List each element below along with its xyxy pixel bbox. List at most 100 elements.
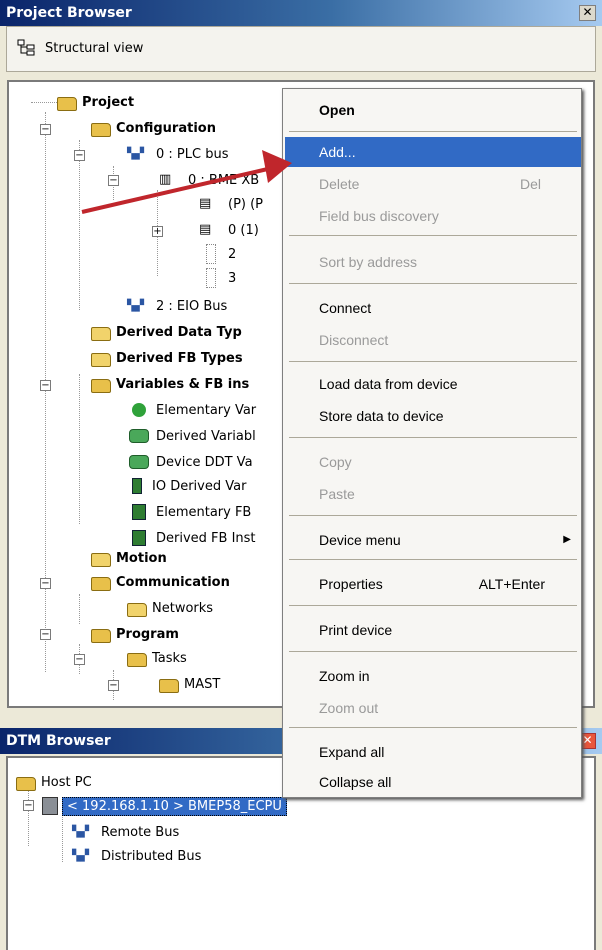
collapse-tasks-toggle[interactable]: − [74,654,85,665]
collapse-device-toggle[interactable]: − [23,800,34,811]
tree-item-label: Derived Variabl [156,428,256,444]
tree-item-label: Communication [116,574,230,590]
tree-item-label: 2 [228,246,237,262]
tree-item-device[interactable]: < 192.168.1.10 > BMEP58_ECPU [38,794,287,818]
tree-item-networks[interactable]: Networks [127,596,213,620]
structural-view-label: Structural view [45,40,144,56]
project-browser-title: Project Browser [6,5,132,21]
menu-item-sort-by-address[interactable]: Sort by address [285,247,581,277]
tree-item-derived-data-types[interactable]: Derived Data Typ [91,320,242,344]
folder-open-icon [91,379,111,393]
tree-item-distributed-bus[interactable]: ▚▞ Distributed Bus [72,844,201,868]
tree-item-eio-bus[interactable]: ▚▞ 2 : EIO Bus [127,294,227,318]
menu-item-paste[interactable]: Paste [285,479,581,509]
menu-item-field-bus-discovery[interactable]: Field bus discovery [285,201,581,231]
collapse-plc-bus-toggle[interactable]: − [74,150,85,161]
empty-slot-icon [206,268,216,288]
expand-module-toggle[interactable]: + [152,226,163,237]
menu-item-print-device[interactable]: Print device [285,615,581,645]
tree-item-label: Configuration [116,120,216,136]
close-icon[interactable]: ✕ [579,5,596,21]
menu-item-open[interactable]: Open [285,95,581,125]
menu-item-shortcut: Del [519,176,541,192]
structural-view-button[interactable]: Structural view [17,39,143,57]
collapse-mast-toggle[interactable]: − [108,680,119,691]
collapse-rack-toggle[interactable]: − [108,175,119,186]
tree-item-configuration[interactable]: Configuration [91,116,216,140]
menu-item-collapse-all[interactable]: Collapse all [285,767,581,797]
folder-icon [91,353,111,367]
tree-item-tasks[interactable]: Tasks [127,646,187,670]
menu-item-copy[interactable]: Copy [285,447,581,477]
tree-item-label: Derived FB Types [116,350,243,366]
dtm-browser-title: DTM Browser [6,733,111,749]
tree-item-derived-fb-types[interactable]: Derived FB Types [91,346,243,370]
tree-item-remote-bus[interactable]: ▚▞ Remote Bus [72,820,179,844]
tree-item-device-ddt[interactable]: Device DDT Va [127,450,253,474]
tree-item-elementary-fb[interactable]: Elementary FB [127,500,251,524]
folder-open-icon [91,577,111,591]
collapse-configuration-toggle[interactable]: − [40,124,51,135]
menu-item-zoom-in[interactable]: Zoom in [285,661,581,691]
tree-item-plc-bus[interactable]: ▚▞ 0 : PLC bus [127,142,228,166]
menu-item-label: Device menu [319,532,401,548]
folder-icon [91,553,111,567]
menu-item-device-menu[interactable]: Device menu ▶ [285,525,581,555]
tree-item-module-0[interactable]: ▤ 0 (1) [199,218,259,242]
bus-icon: ▚▞ [72,849,89,862]
folder-open-icon [91,123,111,137]
menu-item-store-data[interactable]: Store data to device [285,401,581,431]
tree-item-label: 2 : EIO Bus [156,298,228,314]
menu-item-load-data[interactable]: Load data from device [285,369,581,399]
folder-open-icon [57,97,77,111]
tree-item-variables[interactable]: Variables & FB ins [91,372,249,396]
tree-item-label: 0 (1) [228,222,259,238]
module-icon: ▤ [199,222,212,237]
tree-item-elementary-var[interactable]: Elementary Var [127,398,256,422]
device-icon [42,797,58,815]
bus-icon: ▚▞ [72,825,89,838]
tree-item-label: Host PC [41,774,92,790]
folder-icon [127,603,147,617]
fb-icon [132,530,146,546]
tree-item-label: Motion [116,550,167,566]
ddt-icon [129,429,149,443]
collapse-communication-toggle[interactable]: − [40,578,51,589]
tree-item-module-p[interactable]: ▤ (P) (P [199,192,263,216]
tree-item-slot-3[interactable]: 3 [199,266,236,290]
collapse-program-toggle[interactable]: − [40,629,51,640]
menu-item-delete[interactable]: Delete Del [285,169,581,199]
structural-view-icon [17,39,35,56]
menu-item-connect[interactable]: Connect [285,293,581,323]
tree-item-label: Elementary FB [156,504,252,520]
bus-icon: ▚▞ [127,299,144,312]
submenu-arrow-icon: ▶ [563,534,571,545]
bus-icon: ▚▞ [127,147,144,160]
menu-item-zoom-out[interactable]: Zoom out [285,693,581,723]
tree-item-derived-variable[interactable]: Derived Variabl [127,424,256,448]
tree-item-slot-2[interactable]: 2 [199,242,236,266]
menu-item-disconnect[interactable]: Disconnect [285,325,581,355]
tree-item-host-pc[interactable]: Host PC [16,770,92,794]
tree-item-motion[interactable]: Motion [91,546,167,570]
rack-icon: ▥ [159,172,172,187]
green-dot-icon [132,403,146,417]
module-icon: ▤ [199,196,212,211]
tree-item-project[interactable]: Project [57,90,134,114]
menu-item-expand-all[interactable]: Expand all [285,737,581,767]
tree-item-mast[interactable]: MAST [159,672,220,696]
collapse-variables-toggle[interactable]: − [40,380,51,391]
menu-item-properties[interactable]: Properties ALT+Enter [285,569,581,599]
tree-item-label: Project [82,94,135,110]
tree-item-rack[interactable]: ▥ 0 : BME XB [159,168,259,192]
tree-item-program[interactable]: Program [91,622,179,646]
tree-item-label: Remote Bus [101,824,180,840]
tree-item-io-derived[interactable]: IO Derived Var [127,474,246,498]
ddt-icon [129,455,149,469]
tree-item-communication[interactable]: Communication [91,570,230,594]
context-menu[interactable]: Open Add... Delete Del Field bus discove… [282,88,582,798]
folder-open-icon [16,777,36,791]
fb-icon [132,504,146,520]
menu-item-label: Properties [319,576,383,592]
menu-item-add[interactable]: Add... [285,137,581,167]
